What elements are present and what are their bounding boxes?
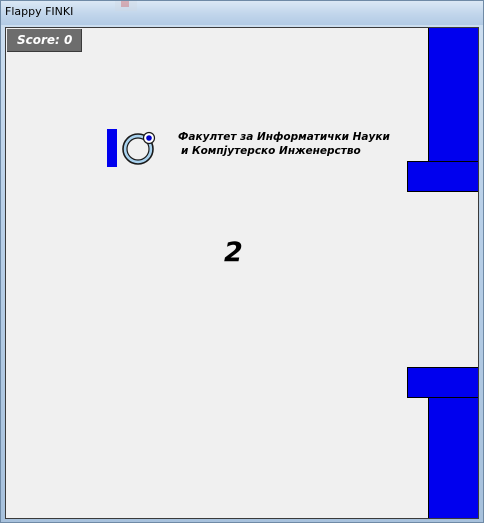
pipe-bottom-body (428, 397, 478, 518)
faculty-name: Факултет за Информатички Науки и Компјут… (178, 130, 390, 158)
finki-logo-ring-icon (122, 131, 156, 165)
finki-logo-bar (107, 129, 117, 167)
score-panel: Score: 0 (7, 29, 82, 52)
pipe-top-body (428, 28, 478, 162)
faculty-name-line2: и Компјутерско Инженерство (181, 145, 361, 157)
background-window-hint-icon (115, 1, 137, 11)
app-window: Flappy FINKI Score: 0 Факултет за Информ… (0, 0, 484, 523)
window-title: Flappy FINKI (5, 5, 74, 18)
title-bar[interactable]: Flappy FINKI (1, 1, 483, 25)
faculty-name-line1: Факултет за Информатички Науки (178, 131, 390, 143)
pipe-bottom-cap (407, 367, 478, 398)
pipe-top-cap (407, 161, 478, 192)
score-label: Score: 0 (17, 33, 73, 47)
game-canvas[interactable]: Score: 0 Факултет за Информатички Науки … (5, 27, 479, 519)
countdown-number: 2 (224, 237, 243, 268)
